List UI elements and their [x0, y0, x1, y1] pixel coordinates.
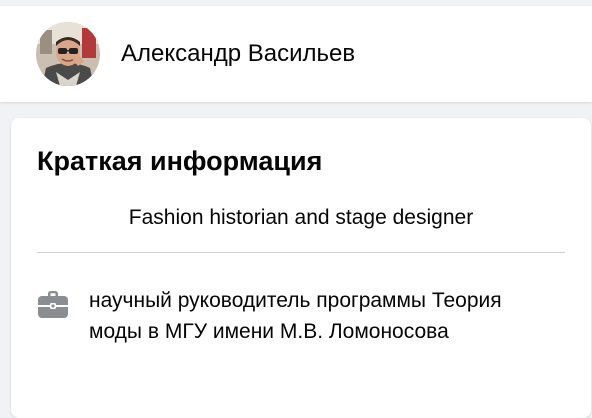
divider: [37, 252, 565, 253]
profile-name[interactable]: Александр Васильев: [121, 39, 355, 69]
work-text: научный руководитель программы Теория мо…: [89, 289, 502, 343]
bio-text: Fashion historian and stage designer: [128, 206, 474, 229]
avatar[interactable]: [36, 22, 100, 86]
avatar-photo: [36, 22, 100, 86]
profile-header: Александр Васильев: [0, 6, 592, 102]
intro-title: Краткая информация: [37, 146, 323, 176]
intro-card: Краткая информация Fashion historian and…: [11, 118, 591, 418]
briefcase-icon: [37, 290, 69, 320]
